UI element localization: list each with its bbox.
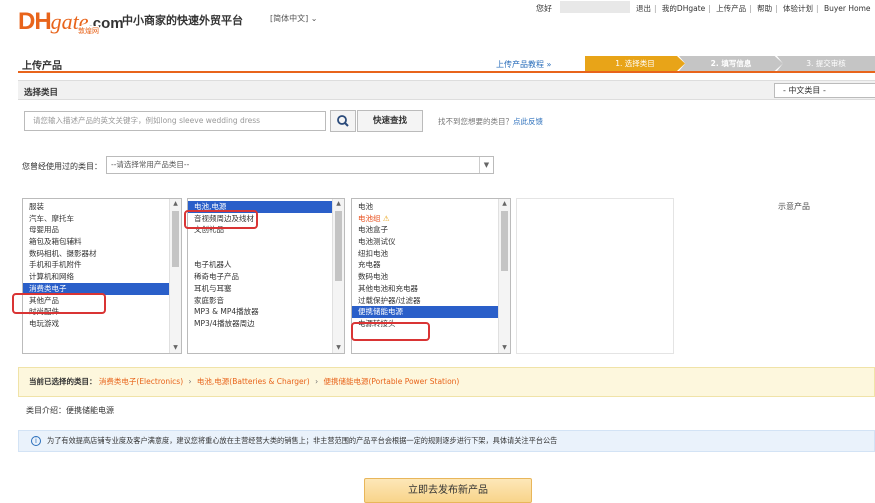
list-item[interactable]: 数码相机、摄影器材	[23, 248, 181, 260]
scroll-down-icon[interactable]: ▼	[170, 343, 181, 353]
list-item-warning[interactable]: 电池组 ⚠	[352, 213, 510, 225]
slogan: 中小商家的快速外贸平台	[122, 14, 243, 27]
scroll-thumb[interactable]	[172, 211, 179, 267]
page-title: 上传产品	[22, 61, 62, 72]
example-product-label: 示意产品	[778, 202, 810, 211]
step-fill-info: 2. 填写信息	[679, 56, 783, 71]
scroll-thumb[interactable]	[501, 211, 508, 271]
list-item[interactable]: 耳机与耳塞	[188, 283, 344, 295]
section-label: 选择类目	[24, 88, 59, 98]
scrollbar[interactable]: ▲ ▼	[332, 199, 344, 353]
help-link[interactable]: 帮助	[757, 3, 772, 14]
publish-new-product-button[interactable]: 立即去发布新产品	[364, 478, 532, 503]
list-item[interactable]: 充电器	[352, 259, 510, 271]
breadcrumb-separator: ›	[188, 377, 192, 386]
buyer-home-link[interactable]: Buyer Home	[824, 4, 871, 13]
greeting: 您好	[536, 4, 552, 13]
progress-steps: 1. 选择类目 2. 填写信息 3. 提交审核	[585, 56, 875, 71]
list-item[interactable]	[188, 248, 344, 260]
my-dhgate-link[interactable]: 我的DHgate	[662, 3, 705, 14]
list-item[interactable]	[188, 236, 344, 248]
list-item[interactable]: 电池	[352, 201, 510, 213]
page-title-bar: 上传产品 上传产品教程 » 1. 选择类目 2. 填写信息 3. 提交审核	[18, 53, 875, 73]
category-list-level1[interactable]: 服装 汽车、摩托车 母婴用品 箱包及箱包辅料 数码相机、摄影器材 手机和手机附件…	[22, 198, 182, 354]
upload-product-link[interactable]: 上传产品	[716, 3, 746, 14]
highlight-box-level2	[184, 210, 258, 229]
list-item[interactable]: 纽扣电池	[352, 248, 510, 260]
list-item[interactable]: 服装	[23, 201, 181, 213]
search-icon-button[interactable]	[330, 110, 356, 132]
list-item[interactable]: 电玩游戏	[23, 318, 181, 330]
dhgate-logo[interactable]: DH gate .com 敦煌网	[18, 6, 124, 36]
feedback-link[interactable]: 点此反馈	[513, 117, 543, 126]
quick-search-button[interactable]: 快速查找	[357, 110, 423, 132]
scroll-thumb[interactable]	[335, 211, 342, 281]
used-categories-label: 您曾经使用过的类目：	[22, 162, 102, 171]
language-switcher[interactable]: [简体中文] ⌄	[270, 13, 318, 24]
list-item[interactable]: 汽车、摩托车	[23, 213, 181, 225]
category-language-select[interactable]: - 中文类目 - ▼	[774, 83, 875, 98]
step-select-category: 1. 选择类目	[585, 56, 685, 71]
list-item[interactable]: 家庭影音	[188, 295, 344, 307]
top-links: 退出 | 我的DHgate | 上传产品 | 帮助 | 体验计划 | Buyer Home	[636, 3, 871, 14]
current-selection-label: 当前已选择的类目：	[29, 377, 97, 386]
list-item[interactable]: 手机和手机附件	[23, 259, 181, 271]
list-item-selected[interactable]: 便携储能电源	[352, 306, 510, 318]
feedback-text: 找不到您想要的类目？点此反馈	[438, 117, 543, 126]
current-selection-bar: 当前已选择的类目： 消费类电子(Electronics) › 电池,电源(Bat…	[18, 367, 875, 397]
chevron-down-icon: ▼	[479, 157, 493, 173]
list-item[interactable]: 过载保护器/过滤器	[352, 295, 510, 307]
preview-area	[516, 198, 674, 354]
scroll-down-icon[interactable]: ▼	[333, 343, 344, 353]
breadcrumb-separator: ›	[315, 377, 319, 386]
warning-icon: ⚠	[382, 213, 390, 223]
experience-plan-link[interactable]: 体验计划	[783, 3, 813, 14]
select-category-bar: 选择类目 - 中文类目 - ▼	[18, 80, 875, 100]
logo-subtitle: 敦煌网	[78, 26, 99, 36]
scroll-up-icon[interactable]: ▲	[333, 199, 344, 209]
top-bar: DH gate .com 敦煌网 中小商家的快速外贸平台 [简体中文] ⌄ 您好 退…	[0, 0, 875, 38]
used-categories-select[interactable]: --请选择常用产品类目-- ▼	[106, 156, 494, 174]
info-icon: i	[31, 436, 41, 446]
highlight-box-level1	[12, 293, 106, 314]
list-item[interactable]: 其他电池和充电器	[352, 283, 510, 295]
step-submit-review: 3. 提交审核	[777, 56, 875, 71]
list-item[interactable]: 母婴用品	[23, 224, 181, 236]
scroll-down-icon[interactable]: ▼	[499, 343, 510, 353]
category-intro: 类目介绍：便携储能电源	[26, 406, 114, 415]
notice-text: 为了有效提高店铺专业度及客户满意度，建议您将重心放在主营经营大类的销售上；非主营…	[47, 436, 558, 445]
scrollbar[interactable]: ▲ ▼	[169, 199, 181, 353]
breadcrumb-item: 便携储能电源(Portable Power Station)	[323, 377, 460, 386]
list-item[interactable]: 电池测试仪	[352, 236, 510, 248]
list-item[interactable]: MP3 & MP4播放器	[188, 306, 344, 318]
category-search-input[interactable]: 请您输入描述产品的英文关键字，例如long sleeve wedding dre…	[24, 111, 326, 131]
logo-text: DH	[18, 8, 52, 35]
search-icon	[337, 115, 349, 127]
list-item[interactable]: 计算机和网络	[23, 271, 181, 283]
list-item[interactable]: 电池盒子	[352, 224, 510, 236]
scroll-up-icon[interactable]: ▲	[170, 199, 181, 209]
breadcrumb-item: 电池,电源(Batteries & Charger)	[196, 377, 310, 386]
scroll-up-icon[interactable]: ▲	[499, 199, 510, 209]
list-item[interactable]: MP3/4播放器周边	[188, 318, 344, 330]
breadcrumb-item: 消费类电子(Electronics)	[98, 377, 184, 386]
scrollbar[interactable]: ▲ ▼	[498, 199, 510, 353]
logout-link[interactable]: 退出	[636, 3, 651, 14]
list-item[interactable]: 稀奇电子产品	[188, 271, 344, 283]
highlight-box-level3	[351, 322, 430, 341]
notice-bar: i 为了有效提高店铺专业度及客户满意度，建议您将重心放在主营经营大类的销售上；非主…	[18, 430, 875, 452]
list-item[interactable]: 箱包及箱包辅料	[23, 236, 181, 248]
username-redacted	[560, 1, 630, 13]
tutorial-link[interactable]: 上传产品教程 »	[496, 59, 551, 70]
list-item[interactable]: 电子机器人	[188, 259, 344, 271]
list-item[interactable]: 数码电池	[352, 271, 510, 283]
